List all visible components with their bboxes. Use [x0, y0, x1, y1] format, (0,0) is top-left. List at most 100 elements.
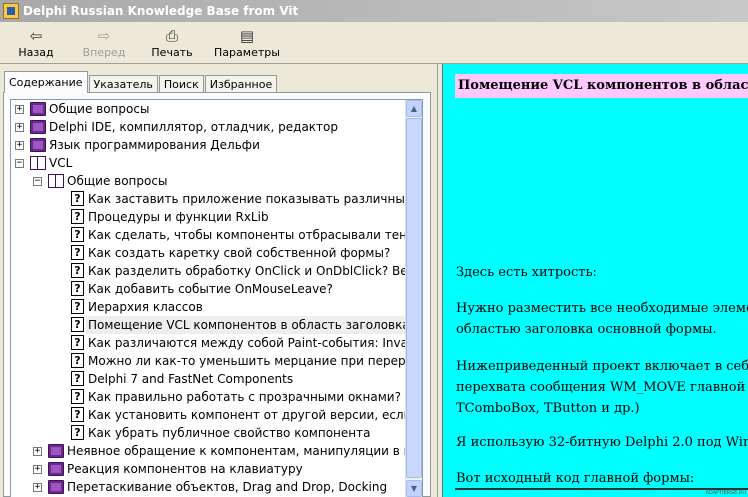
topic-line: TComboBox, TButton и др.) [456, 401, 640, 416]
tree-topic-item[interactable]: ? Процедуры и функции RxLib [11, 208, 407, 226]
scroll-thumb[interactable] [406, 118, 422, 478]
collapse-icon[interactable]: − [33, 177, 42, 186]
tree-item-label: Общие вопросы [67, 174, 168, 188]
expand-icon[interactable]: + [33, 447, 42, 456]
tree-items: + Общие вопросы + Delphi IDE, компиллятор, … [11, 100, 422, 496]
topic-line: областью заголовка основной формы. [456, 322, 717, 337]
expand-icon[interactable]: + [15, 123, 24, 132]
tree-item-label: Как различаются между собой Paint-событи… [88, 336, 423, 350]
tree-item-label: Как убрать публичное свойство компонента [88, 426, 371, 440]
tree-topic-item[interactable]: ? Как различаются между собой Paint-событ… [11, 334, 422, 352]
help-page-icon: ? [71, 191, 84, 206]
options-icon: ▤ [239, 27, 255, 45]
tree-book-item[interactable]: + Неявное обращение к компонентам, манипу… [11, 442, 422, 460]
topic-title: Помещение VCL компонентов в область [455, 74, 748, 98]
help-page-icon: ? [71, 407, 84, 422]
open-book-icon [48, 174, 64, 188]
tab-index[interactable]: Указатель [88, 75, 158, 93]
tree-book-item[interactable]: − VCL [11, 154, 407, 172]
tree-topic-item[interactable]: ? Иерархия классов [11, 298, 407, 316]
collapse-icon[interactable]: − [15, 159, 24, 168]
topic-line: Нужно разместить все необходимые элемен [456, 301, 748, 316]
help-page-icon: ? [71, 317, 84, 332]
help-page-icon: ? [71, 425, 84, 440]
scroll-up-icon[interactable]: ▲ [406, 100, 422, 117]
tree-item-label: Неявное обращение к компонентам, манипул… [67, 444, 423, 458]
forward-label: Вперед [82, 46, 126, 59]
tree-book-item[interactable]: + Delphi IDE, компиллятор, отладчик, реда… [11, 118, 407, 136]
expand-icon[interactable]: + [15, 141, 24, 150]
topic-line: Я использую 32-битную Delphi 2.0 под Win [456, 435, 748, 450]
tree-topic-item[interactable]: ? Помещение VCL компонентов в область заг… [11, 316, 412, 334]
topic-divider [455, 488, 748, 490]
tree-topic-item[interactable]: ? Как установить компонент от другой верс… [11, 406, 422, 424]
tree-book-item[interactable]: + Реакция компонентов на клавиатуру [11, 460, 407, 478]
help-page-icon: ? [71, 263, 84, 278]
tree-item-label: Delphi 7 and FastNet Components [88, 372, 294, 386]
closed-book-icon [30, 138, 46, 152]
tree-topic-item[interactable]: ? Как заставить приложение показывать раз… [11, 190, 422, 208]
help-page-icon: ? [71, 299, 84, 314]
tree-topic-item[interactable]: ? Как добавить событие OnMouseLeave? [11, 280, 407, 298]
closed-book-icon [30, 120, 46, 134]
tree-item-label: Как разделить обработку OnClick и OnDblC… [88, 264, 423, 278]
scroll-down-icon[interactable]: ▼ [406, 480, 422, 497]
topic-paragraph: Нижеприведенный проект включает в себя п… [456, 356, 748, 419]
tree-book-item[interactable]: + Язык программирования Дельфи [11, 136, 407, 154]
tree-book-item[interactable]: + Общие вопросы [11, 100, 407, 118]
tree-topic-item[interactable]: ? Как правильно работать с прозрачными ок… [11, 388, 407, 406]
tree-topic-item[interactable]: ? Как создать каретку свой собственной фо… [11, 244, 407, 262]
tree-item-label: Как создать каретку свой собственной фор… [88, 246, 391, 260]
tree-topic-item[interactable]: ? Можно ли как-то уменьшить мерцание при … [11, 352, 422, 370]
tree-book-item[interactable]: − Общие вопросы [11, 172, 407, 190]
closed-book-icon [48, 462, 64, 476]
tree-item-label: Процедуры и функции RxLib [88, 210, 269, 224]
tab-contents[interactable]: Содержание [4, 71, 88, 93]
forward-arrow-icon: ⇨ [97, 27, 111, 45]
expand-icon[interactable]: + [15, 105, 24, 114]
tab-search[interactable]: Поиск [158, 75, 204, 93]
tree-topic-item[interactable]: ? Как убрать публичное свойство компонент… [11, 424, 407, 442]
tree-item-label: Как добавить событие OnMouseLeave? [88, 282, 333, 296]
back-arrow-icon: ⇦ [29, 27, 43, 45]
nav-tabs: Содержание Указатель Поиск Избранное [4, 71, 278, 93]
tree-item-label: Как сделать, чтобы компоненты отбрасывал… [88, 228, 421, 242]
closed-book-icon [30, 102, 46, 116]
topic-paragraph: Вот исходный код главной формы: [456, 468, 694, 489]
tree-item-label: Перетаскивание объектов, Drag and Drop, … [67, 480, 388, 494]
topic-line: Здесь есть хитрость: [456, 265, 597, 280]
topic-paragraph: Я использую 32-битную Delphi 2.0 под Win [456, 432, 748, 453]
topic-line: перехвата сообщения WM_MOVE главной [456, 380, 746, 395]
tree-item-label: Помещение VCL компонентов в область заго… [86, 316, 412, 334]
options-button[interactable]: ▤ Параметры [206, 22, 288, 64]
tree-topic-item[interactable]: ? Как разделить обработку OnClick и OnDbl… [11, 262, 422, 280]
contents-tab-panel: + Общие вопросы + Delphi IDE, компиллятор, … [3, 92, 431, 497]
tree-item-label: VCL [49, 156, 73, 170]
help-page-icon: ? [71, 245, 84, 260]
forward-button[interactable]: ⇨ Вперед [70, 22, 138, 64]
tree-topic-item[interactable]: ? Как сделать, чтобы компоненты отбрасыва… [11, 226, 420, 244]
topic-line: Нижеприведенный проект включает в себя [456, 359, 748, 374]
app-icon [3, 3, 19, 19]
tree-item-label: Как правильно работать с прозрачными окн… [88, 390, 401, 404]
tree-topic-item[interactable]: ? Delphi 7 and FastNet Components [11, 370, 407, 388]
expand-icon[interactable]: + [33, 465, 42, 474]
closed-book-icon [48, 444, 64, 458]
help-page-icon: ? [71, 209, 84, 224]
expand-icon[interactable]: + [33, 483, 42, 492]
tab-favorites[interactable]: Избранное [204, 75, 278, 93]
print-button[interactable]: ⎙ Печать [138, 22, 206, 64]
tree-book-item[interactable]: + Перетаскивание объектов, Drag and Drop,… [11, 478, 407, 496]
window-title: Delphi Russian Knowledge Base from Vit [23, 4, 299, 18]
back-button[interactable]: ⇦ Назад [2, 22, 70, 64]
topic-pane: Помещение VCL компонентов в область Здес… [442, 64, 748, 497]
printer-icon: ⎙ [165, 27, 178, 45]
tree-item-label: Иерархия классов [88, 300, 203, 314]
topic-line: Вот исходный код главной формы: [456, 471, 695, 486]
help-page-icon: ? [71, 389, 84, 404]
closed-book-icon [48, 480, 64, 494]
topic-paragraph: Здесь есть хитрость: [456, 262, 597, 283]
tree-scrollbar[interactable]: ▲ ▼ [405, 100, 422, 497]
help-page-icon: ? [71, 335, 84, 350]
open-book-icon [30, 156, 46, 170]
